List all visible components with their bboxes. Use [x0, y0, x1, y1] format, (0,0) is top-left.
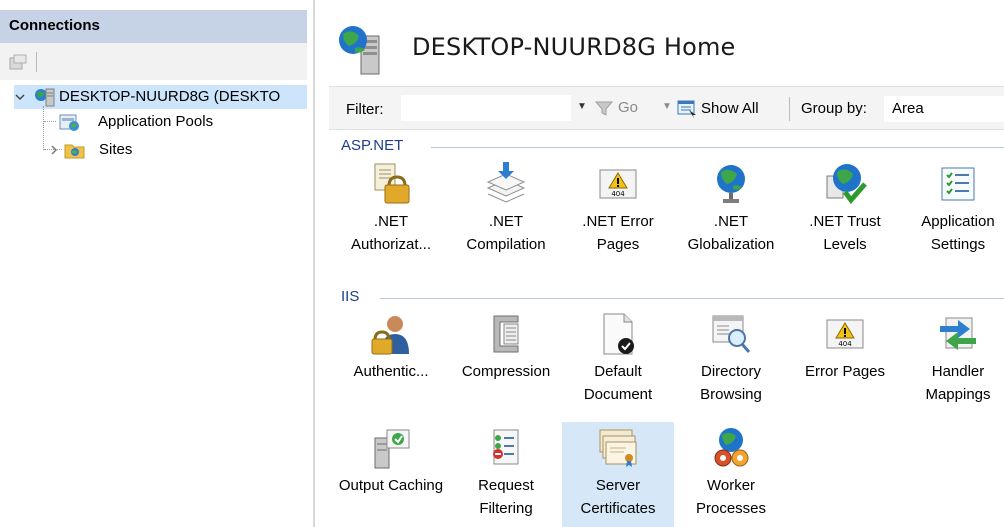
- feature-label: Authentic...: [353, 363, 429, 380]
- feature-net-error-pages[interactable]: 404 .NET Error Pages: [562, 158, 674, 266]
- feature-worker-processes[interactable]: Worker Processes: [675, 422, 787, 527]
- feature-net-authorization[interactable]: .NET Authorizat...: [335, 158, 447, 266]
- feature-server-certificates[interactable]: Server Certificates: [562, 422, 674, 527]
- group-header-iis[interactable]: IIS: [341, 288, 359, 305]
- feature-label: .NET Trust Levels: [809, 213, 881, 253]
- feature-compression[interactable]: Compression: [450, 308, 562, 416]
- feature-label: Request Filtering: [478, 477, 534, 517]
- tree-connector: [44, 121, 56, 122]
- group-label: ASP.NET: [341, 137, 404, 154]
- feature-label: .NET Authorizat...: [350, 213, 432, 253]
- feature-label: Output Caching: [338, 477, 444, 494]
- globe-icon: [717, 165, 745, 203]
- feature-label: Default Document: [583, 363, 653, 403]
- feature-label: .NET Globalization: [687, 213, 775, 253]
- group-label: IIS: [341, 288, 360, 305]
- tree-item-label: DESKTOP-NUURD8G (DESKTO: [59, 88, 281, 105]
- connections-pane: Connections DESKTOP-NUURD8G (DESKTO Appl…: [0, 0, 307, 527]
- document-check-icon: [603, 313, 634, 355]
- filter-bar: Filter: ▼ Go ▼ Show All Group by: Area: [329, 86, 1004, 130]
- lock-document-icon: [374, 163, 410, 204]
- pane-splitter[interactable]: [313, 0, 315, 527]
- group-divider: [380, 298, 1004, 299]
- feature-label: Compression: [461, 363, 551, 380]
- filter-label: Filter:: [346, 101, 384, 118]
- feature-output-caching[interactable]: Output Caching: [335, 422, 447, 527]
- svg-text:404: 404: [611, 190, 625, 198]
- tree-item-application-pools[interactable]: Application Pools: [58, 110, 298, 134]
- feature-request-filtering[interactable]: Request Filtering: [450, 422, 562, 527]
- warning-404-icon: 404: [599, 169, 637, 199]
- tree-item-server[interactable]: DESKTOP-NUURD8G (DESKTO: [14, 85, 307, 109]
- magnifier-window-icon: [712, 315, 751, 353]
- tree-item-sites[interactable]: Sites: [44, 138, 284, 162]
- svg-text:404: 404: [838, 340, 852, 348]
- server-globe-icon: [339, 26, 380, 75]
- funnel-icon: [595, 101, 613, 116]
- chevron-right-icon[interactable]: [48, 144, 60, 156]
- show-all-icon: [677, 100, 696, 118]
- group-by-label: Group by:: [801, 100, 867, 117]
- feature-label: .NET Compilation: [466, 213, 546, 253]
- feature-directory-browsing[interactable]: Directory Browsing: [675, 308, 787, 416]
- page-title: DESKTOP-NUURD8G Home: [412, 33, 736, 61]
- arrows-icon: [940, 317, 976, 350]
- group-header-aspnet[interactable]: ASP.NET: [341, 137, 403, 154]
- filter-dropdown-icon[interactable]: ▼: [577, 101, 587, 112]
- globe-gears-icon: [714, 428, 749, 467]
- connect-icon[interactable]: [9, 53, 29, 71]
- feature-label: Handler Mappings: [925, 363, 991, 403]
- clamp-icon: [493, 315, 519, 353]
- tree-item-label: Sites: [99, 141, 133, 158]
- connections-toolbar: [0, 43, 307, 80]
- feature-application-settings[interactable]: Application Settings: [902, 158, 1004, 266]
- go-button[interactable]: Go: [595, 99, 638, 116]
- feature-label: .NET Error Pages: [582, 213, 654, 253]
- feature-handler-mappings[interactable]: Handler Mappings: [902, 308, 1004, 416]
- feature-authentication[interactable]: Authentic...: [335, 308, 447, 416]
- show-all-label: Show All: [701, 99, 759, 117]
- group-divider: [431, 147, 1004, 148]
- feature-net-trust-levels[interactable]: .NET Trust Levels: [789, 158, 901, 266]
- go-dropdown-icon[interactable]: ▼: [662, 101, 672, 112]
- filter-list-icon: [493, 429, 519, 465]
- feature-default-document[interactable]: Default Document: [562, 308, 674, 416]
- group-by-select[interactable]: Area: [884, 96, 1004, 122]
- feature-label: Server Certificates: [580, 477, 656, 517]
- chevron-down-icon[interactable]: [14, 91, 26, 103]
- globe-check-icon: [826, 164, 867, 204]
- toolbar-separator: [789, 97, 790, 121]
- sites-folder-icon: [64, 144, 85, 159]
- feature-net-compilation[interactable]: .NET Compilation: [450, 158, 562, 266]
- server-icon: [35, 88, 55, 107]
- certificate-icon: [599, 429, 637, 467]
- home-page: DESKTOP-NUURD8G Home Filter: ▼ Go ▼ Show…: [316, 0, 1004, 527]
- feature-label: Worker Processes: [695, 477, 767, 517]
- connections-header: Connections: [0, 10, 307, 43]
- user-lock-icon: [371, 316, 409, 355]
- app-pool-icon: [59, 114, 79, 131]
- settings-list-icon: [941, 167, 975, 201]
- feature-label: Directory Browsing: [700, 363, 762, 403]
- show-all-button[interactable]: Show All: [677, 98, 759, 118]
- feature-net-globalization[interactable]: .NET Globalization: [675, 158, 787, 266]
- go-label: Go: [618, 99, 639, 116]
- warning-404-icon: 404: [826, 319, 864, 349]
- tree-item-label: Application Pools: [98, 113, 214, 130]
- feature-error-pages[interactable]: 404 Error Pages: [789, 308, 901, 416]
- toolbar-separator: [36, 52, 37, 72]
- filter-input[interactable]: [401, 95, 571, 121]
- stack-download-icon: [486, 162, 526, 203]
- server-cache-icon: [374, 429, 410, 469]
- feature-label: Application Settings: [921, 213, 995, 253]
- feature-label: Error Pages: [804, 363, 886, 380]
